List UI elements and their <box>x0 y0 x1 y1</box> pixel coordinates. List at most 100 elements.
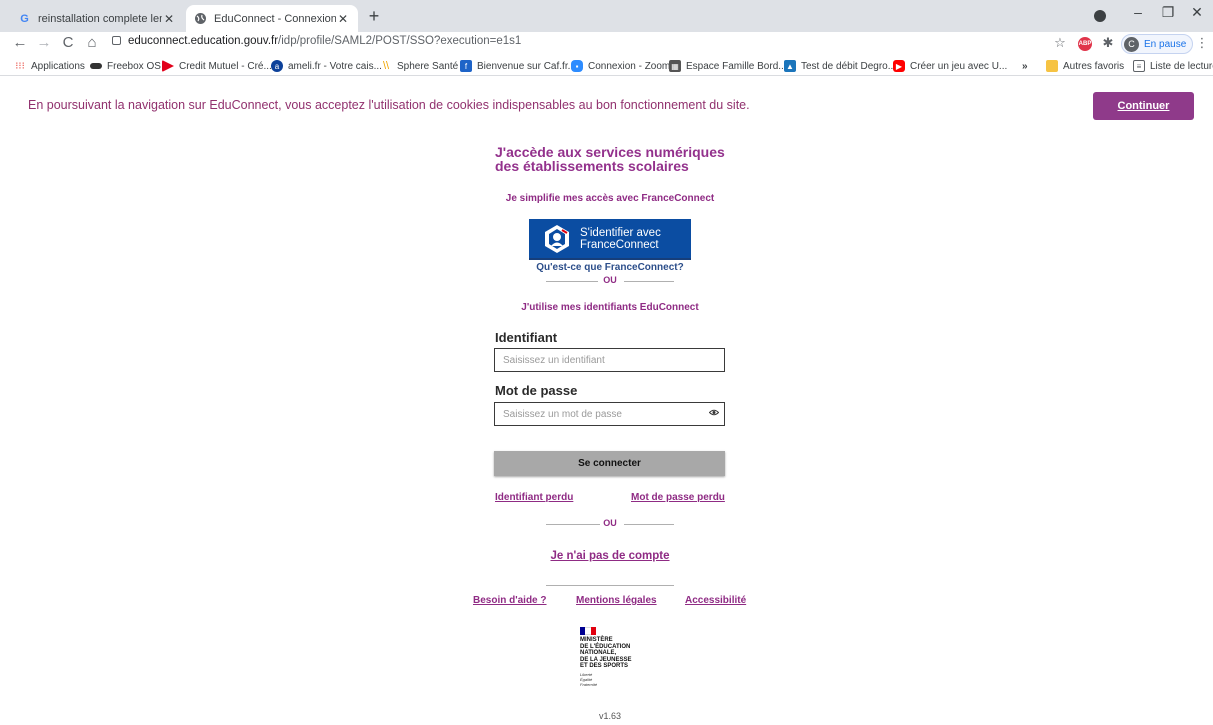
bookmark-test-debit[interactable]: ▲ Test de débit Degro... <box>784 58 896 74</box>
franceconnect-logo-icon <box>545 224 569 253</box>
legal-mentions-link[interactable]: Mentions légales <box>576 595 657 606</box>
educonnect-intro: J'utilise mes identifiants EduConnect <box>521 302 699 313</box>
famille-icon: ▦ <box>669 60 681 72</box>
help-link[interactable]: Besoin d'aide ? <box>473 595 547 606</box>
tab-title: reinstallation complete lenovo T5 <box>38 12 162 25</box>
home-icon[interactable]: ⌂ <box>83 34 101 52</box>
password-label: Mot de passe <box>495 383 578 398</box>
bookmark-credit-mutuel[interactable]: Credit Mutuel - Cré... <box>162 58 272 74</box>
url-host: educonnect.education.gouv.fr <box>128 35 279 47</box>
close-tab-icon[interactable]: ✕ <box>336 12 350 26</box>
page-title-line2: des établissements scolaires <box>495 158 689 174</box>
folder-icon <box>1046 60 1058 72</box>
identifiant-input[interactable] <box>494 348 725 372</box>
browser-toolbar: ← → C ⌂ educonnect.education.gouv.fr/idp… <box>0 32 1213 56</box>
login-button[interactable]: Se connecter <box>494 451 725 476</box>
lost-identifiant-link[interactable]: Identifiant perdu <box>495 492 573 503</box>
version-label: v1.63 <box>598 711 622 721</box>
star-icon[interactable]: ☆ <box>1052 35 1068 51</box>
bookmark-freebox[interactable]: Freebox OS <box>90 58 161 74</box>
address-bar[interactable]: educonnect.education.gouv.fr/idp/profile… <box>112 35 521 47</box>
close-tab-icon[interactable]: ✕ <box>162 12 176 26</box>
french-flag-icon <box>580 627 596 635</box>
back-icon[interactable]: ← <box>11 34 29 52</box>
avatar: C <box>1124 36 1139 52</box>
no-account-link[interactable]: Je n'ai pas de compte <box>440 550 780 562</box>
tab-educonnect[interactable]: EduConnect - Connexion ✕ <box>186 5 358 32</box>
tab-title: EduConnect - Connexion <box>214 12 336 25</box>
password-input[interactable] <box>494 402 725 426</box>
continue-button[interactable]: Continuer <box>1093 92 1194 120</box>
youtube-icon: ▶ <box>893 60 905 72</box>
franceconnect-info-link[interactable]: Qu'est-ce que FranceConnect? <box>440 262 780 273</box>
credit-mutuel-icon <box>162 60 174 72</box>
bookmark-creer-jeu[interactable]: ▶ Créer un jeu avec U... <box>893 58 1007 74</box>
new-tab-icon[interactable]: + <box>364 6 384 27</box>
bookmark-caf[interactable]: f Bienvenue sur Caf.fr... <box>460 58 576 74</box>
media-indicator-icon[interactable] <box>1094 10 1106 22</box>
bookmark-label: Liste de lecture <box>1150 60 1213 72</box>
minimize-icon[interactable]: – <box>1128 4 1148 20</box>
sphere-icon: \\ <box>382 60 390 72</box>
bookmark-label: Espace Famille Bord... <box>686 60 787 72</box>
bookmark-label: Sphere Santé <box>397 60 459 72</box>
footer-divider <box>546 585 674 586</box>
bookmark-label: Bienvenue sur Caf.fr... <box>477 60 576 72</box>
bookmark-other-favorites[interactable]: Autres favoris <box>1046 58 1124 74</box>
separator-ou-text: OU <box>603 275 617 285</box>
profile-button[interactable]: C En pause <box>1121 34 1194 54</box>
bookmark-label: ameli.fr - Votre cais... <box>288 60 382 72</box>
zoom-icon: ▪ <box>571 60 583 72</box>
franceconnect-button[interactable]: S'identifier avec FranceConnect <box>529 219 691 260</box>
bookmark-label: Freebox OS <box>107 60 161 72</box>
url-path: /idp/profile/SAML2/POST/SSO?execution=e1… <box>278 35 522 47</box>
bookmark-zoom[interactable]: ▪ Connexion - Zoom <box>571 58 670 74</box>
debit-icon: ▲ <box>784 60 796 72</box>
close-window-icon[interactable]: ✕ <box>1187 4 1207 21</box>
caf-icon: f <box>460 60 472 72</box>
motto-line: Fraternité <box>580 681 598 687</box>
franceconnect-intro: Je simplifie mes accès avec FranceConnec… <box>505 193 715 204</box>
globe-icon <box>194 12 207 25</box>
tab-bar: G reinstallation complete lenovo T5 ✕ Ed… <box>0 0 1213 32</box>
freebox-icon <box>90 63 102 69</box>
tab-reinstallation[interactable]: G reinstallation complete lenovo T5 ✕ <box>10 5 184 32</box>
reload-icon[interactable]: C <box>59 34 77 52</box>
adblock-icon[interactable]: ABP <box>1078 37 1092 51</box>
bookmark-espace-famille[interactable]: ▦ Espace Famille Bord... <box>669 58 787 74</box>
more-bookmarks-icon[interactable]: » <box>1022 58 1028 74</box>
separator-ou: OU <box>546 275 674 289</box>
page-title-line1: J'accède aux services numériques <box>495 144 725 160</box>
menu-icon[interactable]: ⋮ <box>1194 35 1210 51</box>
franceconnect-label-line2: FranceConnect <box>580 238 659 251</box>
extensions-icon[interactable]: ✱ <box>1100 35 1116 51</box>
google-g-icon: G <box>20 12 29 25</box>
bookmark-label: Connexion - Zoom <box>588 60 671 72</box>
reading-list[interactable]: ≡ Liste de lecture <box>1133 58 1213 74</box>
bookmark-sphere[interactable]: \\ Sphere Santé <box>380 58 458 74</box>
bookmark-label: Test de débit Degro... <box>801 60 897 72</box>
bookmark-label: Autres favoris <box>1063 60 1125 72</box>
franceconnect-label: S'identifier avec FranceConnect <box>580 227 661 251</box>
separator-ou-text: OU <box>603 518 617 528</box>
ministry-logo: MINISTÈRE DE L'ÉDUCATION NATIONALE, DE L… <box>580 627 660 687</box>
accessibility-link[interactable]: Accessibilité <box>685 595 746 606</box>
restore-icon[interactable]: ❐ <box>1158 4 1178 21</box>
identifiant-label: Identifiant <box>495 330 558 345</box>
reading-list-icon: ≡ <box>1133 60 1145 72</box>
ministry-line: ET DES SPORTS <box>580 663 629 669</box>
bookmark-applications[interactable]: ⁝⁝⁝ Applications <box>14 58 85 74</box>
bookmark-ameli[interactable]: a ameli.fr - Votre cais... <box>271 58 382 74</box>
show-password-eye-icon[interactable] <box>708 408 720 418</box>
lock-icon <box>112 36 121 45</box>
profile-status: En pause <box>1144 38 1187 50</box>
separator-ou: OU <box>546 518 674 532</box>
franceconnect-label-line1: S'identifier avec <box>580 226 661 239</box>
page-title: J'accède aux services numériques des éta… <box>495 145 735 173</box>
bookmarks-bar: ⁝⁝⁝ Applications Freebox OS Credit Mutue… <box>0 56 1213 76</box>
forward-icon[interactable]: → <box>35 34 53 52</box>
bookmark-label: Applications <box>31 60 85 72</box>
lost-password-link[interactable]: Mot de passe perdu <box>631 492 725 503</box>
apps-grid-icon: ⁝⁝⁝ <box>15 60 25 72</box>
republic-motto: Liberté Égalité Fraternité <box>580 672 660 687</box>
